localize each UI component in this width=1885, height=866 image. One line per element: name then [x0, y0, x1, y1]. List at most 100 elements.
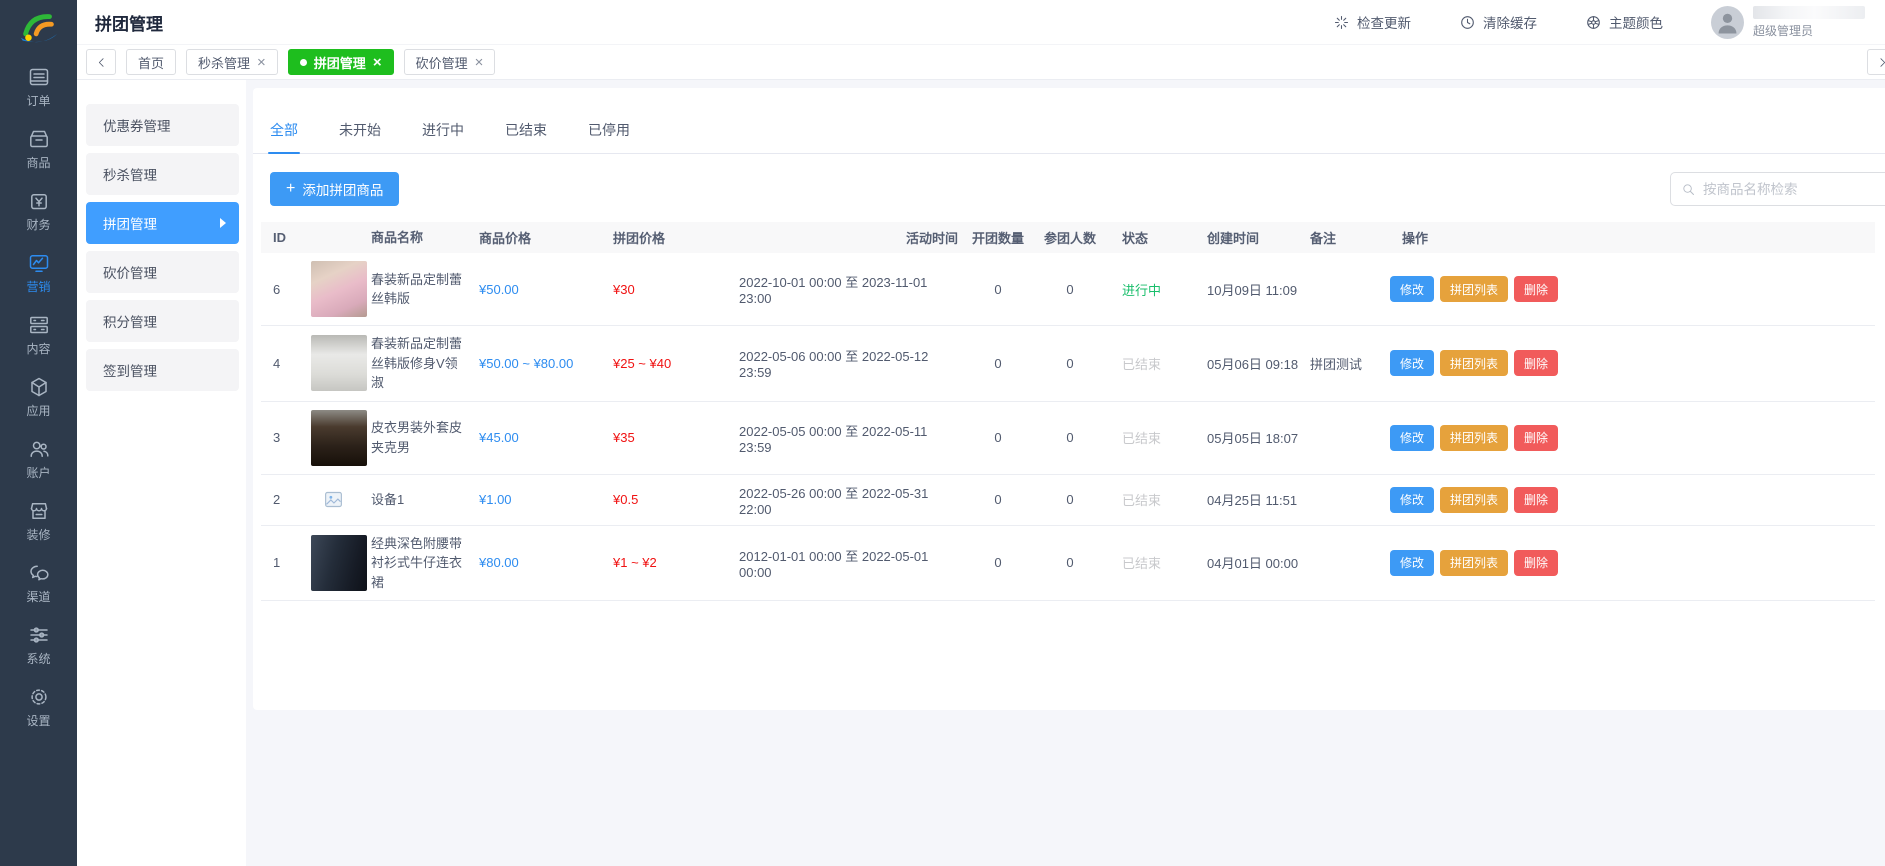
delete-button[interactable]: 删除	[1514, 550, 1558, 576]
group-list-button[interactable]: 拼团列表	[1440, 350, 1508, 376]
cell-id: 2	[261, 492, 309, 507]
page-tab-拼团管理[interactable]: 拼团管理×	[288, 49, 394, 75]
page-tab-label: 砍价管理	[416, 53, 468, 72]
sidebar-item-装修[interactable]: 装修	[0, 494, 77, 556]
group-list-button[interactable]: 拼团列表	[1440, 487, 1508, 513]
cell-activity-time: 2022-05-05 00:00 至 2022-05-11 23:59	[727, 421, 962, 455]
sidebar-item-账户[interactable]: 账户	[0, 432, 77, 494]
logo-icon	[16, 8, 62, 50]
theme-color-label: 主题颜色	[1609, 12, 1663, 32]
search-box	[1670, 172, 1885, 206]
sidebar-item-订单[interactable]: 订单	[0, 60, 77, 122]
cell-status: 已结束	[1106, 428, 1196, 447]
filter-tab-已停用[interactable]: 已停用	[588, 120, 630, 153]
cell-activity-time: 2022-05-06 00:00 至 2022-05-12 23:59	[727, 346, 962, 380]
edit-button[interactable]: 修改	[1390, 425, 1434, 451]
cell-activity-time: 2022-05-26 00:00 至 2022-05-31 22:00	[727, 483, 962, 517]
group-list-button[interactable]: 拼团列表	[1440, 550, 1508, 576]
column-header-商品名称: 商品名称	[371, 228, 467, 248]
edit-button[interactable]: 修改	[1390, 350, 1434, 376]
sidebar-item-label: 装修	[26, 526, 50, 543]
cell-product-price: ¥45.00	[467, 430, 601, 445]
page-tab-首页[interactable]: 首页	[126, 49, 176, 75]
theme-color-button[interactable]: 主题颜色	[1585, 12, 1663, 32]
product-row-2: 2设备1¥1.00¥0.52022-05-26 00:00 至 2022-05-…	[261, 475, 1875, 526]
submenu-item-积分管理[interactable]: 积分管理	[86, 300, 239, 342]
edit-button[interactable]: 修改	[1390, 276, 1434, 302]
delete-button[interactable]: 删除	[1514, 487, 1558, 513]
broken-image-icon	[323, 489, 344, 510]
plus-icon: +	[286, 181, 295, 197]
sidebar-item-商品[interactable]: 商品	[0, 122, 77, 184]
decorate-icon	[27, 499, 51, 523]
sidebar-item-系统[interactable]: 系统	[0, 618, 77, 680]
content-icon	[27, 313, 51, 337]
edit-button[interactable]: 修改	[1390, 550, 1434, 576]
cell-group-price: ¥35	[601, 430, 727, 445]
sidebar-item-渠道[interactable]: 渠道	[0, 556, 77, 618]
cell-created-time: 04月25日 11:51	[1196, 490, 1298, 509]
filter-tab-全部[interactable]: 全部	[270, 120, 298, 153]
filter-tab-已结束[interactable]: 已结束	[505, 120, 547, 153]
submenu-item-签到管理[interactable]: 签到管理	[86, 349, 239, 391]
cell-group-count: 0	[962, 282, 1034, 297]
refresh-icon	[1333, 14, 1350, 31]
cell-actions: 修改拼团列表删除	[1390, 425, 1580, 451]
filter-tab-进行中[interactable]: 进行中	[422, 120, 464, 153]
marketing-submenu: 优惠券管理秒杀管理拼团管理砍价管理积分管理签到管理	[77, 80, 246, 866]
submenu-item-拼团管理[interactable]: 拼团管理	[86, 202, 239, 244]
delete-button[interactable]: 删除	[1514, 276, 1558, 302]
cell-created-time: 04月01日 00:00	[1196, 553, 1298, 572]
submenu-item-秒杀管理[interactable]: 秒杀管理	[86, 153, 239, 195]
add-group-product-button[interactable]: + 添加拼团商品	[270, 172, 399, 206]
cell-id: 6	[261, 282, 309, 297]
cell-remark: 拼团测试	[1298, 354, 1390, 373]
clear-cache-button[interactable]: 清除缓存	[1459, 12, 1537, 32]
active-dot-icon	[300, 59, 307, 66]
search-icon	[1681, 182, 1696, 197]
group-list-button[interactable]: 拼团列表	[1440, 425, 1508, 451]
submenu-item-优惠券管理[interactable]: 优惠券管理	[86, 104, 239, 146]
cell-product-price: ¥50.00	[467, 282, 601, 297]
cell-id: 4	[261, 356, 309, 371]
edit-button[interactable]: 修改	[1390, 487, 1434, 513]
cell-product-price: ¥1.00	[467, 492, 601, 507]
page-tab-砍价管理[interactable]: 砍价管理 ×	[404, 49, 496, 75]
user-name-redacted	[1753, 6, 1865, 19]
cell-participant-count: 0	[1034, 282, 1106, 297]
close-tab-icon[interactable]: ×	[373, 55, 382, 70]
sidebar-item-财务[interactable]: 财务	[0, 184, 77, 246]
delete-button[interactable]: 删除	[1514, 425, 1558, 451]
user-menu[interactable]: 超级管理员	[1711, 6, 1865, 39]
page-tab-秒杀管理[interactable]: 秒杀管理 ×	[186, 49, 278, 75]
column-header-拼团价格: 拼团价格	[601, 228, 727, 247]
tabs-scroll-right-button[interactable]	[1867, 49, 1885, 75]
sidebar-item-应用[interactable]: 应用	[0, 370, 77, 432]
system-icon	[27, 623, 51, 647]
apps-icon	[27, 375, 51, 399]
group-list-button[interactable]: 拼团列表	[1440, 276, 1508, 302]
search-input[interactable]	[1703, 182, 1885, 197]
page-tabs: 首页秒杀管理×拼团管理×砍价管理×	[126, 49, 495, 75]
cell-status: 进行中	[1106, 280, 1196, 299]
sidebar-nav: 订单商品财务营销内容应用账户装修渠道系统设置	[0, 60, 77, 742]
sidebar-item-label: 内容	[26, 340, 50, 357]
cell-status: 已结束	[1106, 490, 1196, 509]
submenu-item-砍价管理[interactable]: 砍价管理	[86, 251, 239, 293]
delete-button[interactable]: 删除	[1514, 350, 1558, 376]
page-tab-label: 首页	[138, 53, 164, 72]
app-logo[interactable]	[16, 8, 62, 46]
column-header-参团人数: 参团人数	[1034, 228, 1106, 247]
page-tab-label: 秒杀管理	[198, 53, 250, 72]
sidebar-item-内容[interactable]: 内容	[0, 308, 77, 370]
column-header-活动时间: 活动时间	[727, 228, 962, 247]
cell-product-name: 设备1	[371, 490, 467, 510]
tabs-scroll-left-button[interactable]	[86, 49, 116, 75]
sidebar-item-设置[interactable]: 设置	[0, 680, 77, 742]
sidebar-item-label: 应用	[26, 402, 50, 419]
sidebar-item-营销[interactable]: 营销	[0, 246, 77, 308]
check-update-button[interactable]: 检查更新	[1333, 12, 1411, 32]
filter-tab-未开始[interactable]: 未开始	[339, 120, 381, 153]
close-tab-icon[interactable]: ×	[475, 55, 484, 70]
close-tab-icon[interactable]: ×	[257, 55, 266, 70]
